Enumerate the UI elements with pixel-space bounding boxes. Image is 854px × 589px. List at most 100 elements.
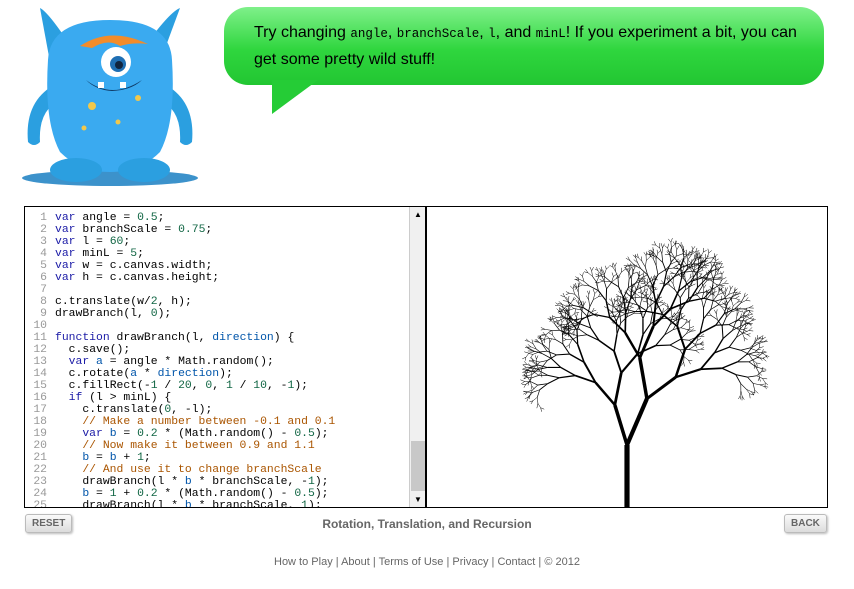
code-line[interactable]: 13 var a = angle * Math.random(); xyxy=(25,356,335,368)
line-number: 21 xyxy=(33,452,47,464)
tree-branch xyxy=(672,241,676,245)
code-line[interactable]: 19 var b = 0.2 * (Math.random() - 0.5); xyxy=(25,428,335,440)
code-line[interactable]: 14 c.rotate(a * direction); xyxy=(25,368,335,380)
tree-branch xyxy=(655,344,671,347)
code-line[interactable]: 16 if (l > minL) { xyxy=(25,392,335,404)
code-line[interactable]: 9 drawBranch(l, 0); xyxy=(25,308,335,320)
tree-branch xyxy=(633,272,638,274)
tree-branch xyxy=(565,291,570,294)
code-line[interactable]: 4 var minL = 5; xyxy=(25,248,335,260)
tree-branch xyxy=(656,249,658,254)
tree-branch xyxy=(604,269,607,275)
tree-branch xyxy=(540,327,546,330)
tree-branch xyxy=(695,350,700,354)
tree-branch xyxy=(747,375,757,378)
tree-branch xyxy=(594,290,598,294)
tree-branch xyxy=(547,377,560,385)
editor-scrollbar[interactable]: ▲ ▼ xyxy=(409,207,425,507)
tree-branch xyxy=(594,381,616,406)
footer-link-about[interactable]: About xyxy=(341,556,370,568)
tree-branch xyxy=(689,268,694,273)
code-line[interactable]: 23 drawBranch(l * b * branchScale, -1); xyxy=(25,476,335,488)
tree-branch xyxy=(733,302,738,306)
tree-branch xyxy=(683,250,687,255)
code-line[interactable]: 11 function drawBranch(l, direction) { xyxy=(25,332,335,344)
code-lines[interactable]: 1 var angle = 0.5; 2 var branchScale = 0.75… xyxy=(25,212,335,507)
tree-branch xyxy=(670,238,673,243)
tree-branch xyxy=(629,306,634,308)
code-editor[interactable]: 1 var angle = 0.5; 2 var branchScale = 0.75… xyxy=(25,207,425,507)
tree-branch xyxy=(688,360,691,365)
tree-branch xyxy=(667,243,669,249)
code-text: drawBranch(l * b * branchScale, -1); xyxy=(82,476,329,488)
tree-branch xyxy=(629,303,634,307)
code-line[interactable]: 7 xyxy=(25,284,335,296)
tree-branch xyxy=(701,267,704,271)
code-l: l xyxy=(488,27,496,41)
tree-branch xyxy=(599,279,604,282)
speech-bubble-tail xyxy=(272,80,318,114)
tree-branch xyxy=(629,260,635,266)
tree-branch xyxy=(737,354,747,363)
code-line[interactable]: 22 // And use it to change branchScale xyxy=(25,464,335,476)
tree-branch xyxy=(655,244,660,249)
code-line[interactable]: 1 var angle = 0.5; xyxy=(25,212,335,224)
tree-branch xyxy=(695,247,698,252)
tree-branch xyxy=(715,324,729,326)
footer-link-contact[interactable]: Contact xyxy=(497,556,535,568)
code-line[interactable]: 18 // Make a number between -0.1 and 0.1 xyxy=(25,416,335,428)
tree-branch xyxy=(579,323,591,329)
tree-branch xyxy=(573,305,584,309)
footer-link-terms[interactable]: Terms of Use xyxy=(379,556,444,568)
tree-branch xyxy=(650,313,653,324)
tree-branch xyxy=(574,308,577,314)
tree-branch xyxy=(604,276,611,282)
tree-branch xyxy=(627,288,631,293)
code-text: // And use it to change branchScale xyxy=(82,464,322,476)
tree-branch xyxy=(676,326,686,350)
code-line[interactable]: 3 var l = 60; xyxy=(25,236,335,248)
tree-branch xyxy=(710,262,713,267)
tree-branch xyxy=(536,355,539,360)
tree-branch xyxy=(762,355,768,359)
tree-branch xyxy=(711,273,714,280)
code-line[interactable]: 24 b = 1 + 0.2 * (Math.random() - 0.5); xyxy=(25,488,335,500)
code-text: var b = 0.2 * (Math.random() - 0.5); xyxy=(82,428,329,440)
code-line[interactable]: 21 b = b + 1; xyxy=(25,452,335,464)
code-line[interactable]: 15 c.fillRect(-1 / 20, 0, 1 / 10, -1); xyxy=(25,380,335,392)
line-number: 17 xyxy=(33,404,47,416)
code-line[interactable]: 8 c.translate(w/2, h); xyxy=(25,296,335,308)
code-line[interactable]: 10 xyxy=(25,320,335,332)
tree-branch xyxy=(711,293,716,297)
tree-branch xyxy=(706,275,708,281)
tree-branch xyxy=(531,385,535,390)
tree-branch xyxy=(669,247,672,254)
code-line[interactable]: 6 var h = c.canvas.height; xyxy=(25,272,335,284)
down-arrow-icon[interactable]: ▼ xyxy=(410,492,425,507)
tree-branch xyxy=(537,403,541,408)
tree-branch xyxy=(703,299,707,309)
code-line[interactable]: 25 drawBranch(l * b * branchScale, 1); xyxy=(25,500,335,507)
line-number: 10 xyxy=(33,320,47,332)
tree-branch xyxy=(609,316,626,334)
tree-branch xyxy=(527,344,532,348)
back-button[interactable]: BACK xyxy=(784,514,827,533)
tree-branch xyxy=(615,305,619,307)
tree-branch xyxy=(679,289,686,298)
tree-branch xyxy=(532,351,539,355)
scroll-thumb[interactable] xyxy=(411,441,425,491)
line-number: 19 xyxy=(33,428,47,440)
tree-branch xyxy=(627,278,630,288)
code-line[interactable]: 12 c.save(); xyxy=(25,344,335,356)
code-line[interactable]: 17 c.translate(0, -l); xyxy=(25,404,335,416)
code-line[interactable]: 20 // Now make it between 0.9 and 1.1 xyxy=(25,440,335,452)
footer-link-privacy[interactable]: Privacy xyxy=(452,556,488,568)
up-arrow-icon[interactable]: ▲ xyxy=(410,207,425,222)
tree-branch xyxy=(697,279,706,288)
tree-branch xyxy=(745,300,751,302)
code-line[interactable]: 2 var branchScale = 0.75; xyxy=(25,224,335,236)
footer-link-how-to-play[interactable]: How to Play xyxy=(274,556,333,568)
code-line[interactable]: 5 var w = c.canvas.width; xyxy=(25,260,335,272)
tree-branch xyxy=(700,367,722,371)
tree-branch xyxy=(697,285,703,294)
